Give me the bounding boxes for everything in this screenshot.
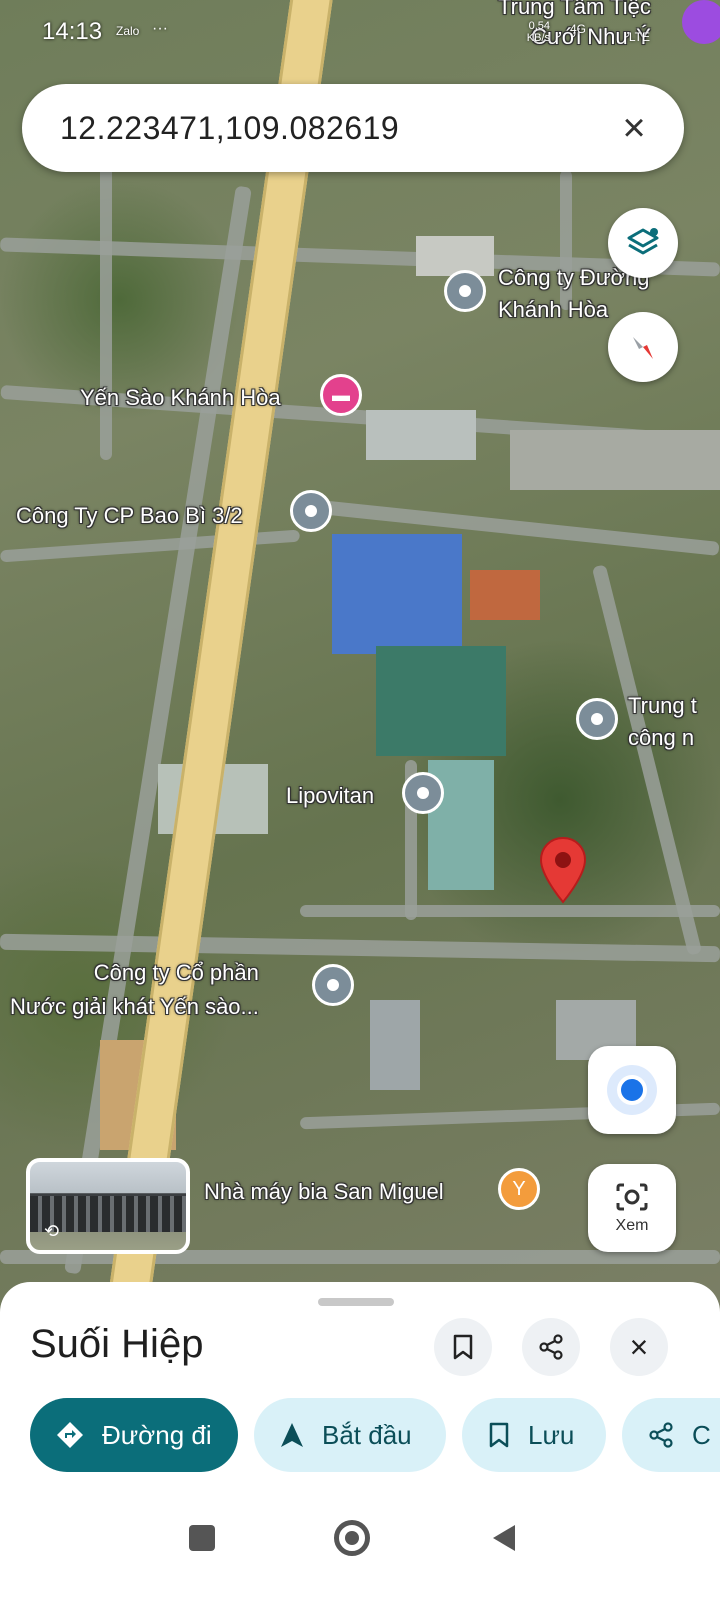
share-button[interactable]: C	[622, 1398, 720, 1472]
share-icon	[539, 1334, 563, 1360]
action-chips: Đường đi Bắt đầu Lưu C	[30, 1398, 720, 1472]
poi-pin-lipovitan[interactable]	[402, 772, 444, 814]
poi-label-yen-sao[interactable]: Yến Sào Khánh Hòa	[80, 382, 281, 414]
poi-label-san-miguel[interactable]: Nhà máy bia San Miguel	[204, 1176, 444, 1208]
back-triangle-icon	[493, 1525, 515, 1551]
my-location-icon	[617, 1075, 647, 1105]
camera-lens-icon	[616, 1183, 648, 1211]
bookmark-icon	[488, 1422, 510, 1448]
assistant-bubble-icon[interactable]	[682, 0, 720, 44]
share-label: C	[692, 1419, 711, 1450]
building	[376, 646, 506, 756]
status-time: 14:13	[42, 18, 103, 45]
square-icon	[189, 1525, 215, 1551]
hotel-icon[interactable]: ▬	[320, 374, 362, 416]
poi-label-yen-sao-nuoc[interactable]: Công ty Cổ phần Nước giải khát Yến sào..…	[10, 956, 259, 1024]
directions-icon	[56, 1421, 84, 1449]
lens-button[interactable]: Xem	[588, 1164, 676, 1252]
status-signal: 4G	[569, 22, 586, 36]
status-app-zalo: Zalo	[116, 24, 140, 38]
poi-pin-bao-bi[interactable]	[290, 490, 332, 532]
system-nav-bar	[0, 1480, 720, 1600]
building	[366, 410, 476, 460]
navigation-icon	[280, 1422, 304, 1448]
layers-icon	[627, 228, 659, 255]
poi-pin-duong-khanh-hoa[interactable]	[444, 270, 486, 312]
compass-button[interactable]	[608, 312, 678, 382]
bar-icon[interactable]: Y	[498, 1168, 540, 1210]
road	[591, 564, 703, 956]
street-view-thumbnail[interactable]: ⟲	[26, 1158, 190, 1254]
rotate-360-icon: ⟲	[44, 1221, 60, 1241]
status-net-speed: 0,54 KB/s	[526, 20, 550, 44]
road	[100, 160, 112, 460]
start-button[interactable]: Bắt đầu	[254, 1398, 446, 1472]
close-icon[interactable]: ×	[604, 98, 664, 158]
recents-button[interactable]	[172, 1508, 232, 1568]
building	[416, 236, 494, 276]
poi-pin-trung-tam[interactable]	[576, 698, 618, 740]
save-button[interactable]: Lưu	[462, 1398, 606, 1472]
lens-label: Xem	[615, 1217, 649, 1234]
home-circle-icon	[334, 1520, 370, 1556]
poi-pin-yen-sao-nuoc[interactable]	[312, 964, 354, 1006]
poi-label-bao-bi[interactable]: Công Ty CP Bao Bì 3/2	[16, 500, 243, 532]
share-icon-button[interactable]	[522, 1318, 580, 1376]
building	[510, 430, 720, 490]
compass-icon	[633, 337, 653, 359]
share-icon	[648, 1422, 674, 1448]
road	[300, 905, 720, 917]
directions-button[interactable]: Đường đi	[30, 1398, 238, 1472]
status-more-dots: ···	[152, 20, 168, 37]
directions-label: Đường đi	[102, 1419, 212, 1450]
building	[332, 534, 462, 654]
poi-label-trung-tam[interactable]: Trung t công n	[628, 690, 697, 754]
building	[470, 570, 540, 620]
my-location-button[interactable]	[588, 1046, 676, 1134]
layers-button[interactable]	[608, 208, 678, 278]
start-label: Bắt đầu	[322, 1419, 412, 1450]
status-battery: LTE	[628, 30, 650, 44]
save-icon-button[interactable]	[434, 1318, 492, 1376]
home-button[interactable]	[322, 1508, 382, 1568]
save-label: Lưu	[528, 1419, 575, 1450]
dropped-pin-icon[interactable]	[538, 836, 588, 906]
place-title: Suối Hiệp	[30, 1322, 204, 1366]
search-input[interactable]: 12.223471,109.082619	[60, 110, 604, 147]
back-button[interactable]	[474, 1508, 534, 1568]
close-icon: ×	[629, 1328, 649, 1365]
bookmark-icon	[453, 1334, 473, 1360]
drag-handle[interactable]	[318, 1298, 394, 1306]
search-bar[interactable]: 12.223471,109.082619 ×	[22, 84, 684, 172]
building	[370, 1000, 420, 1090]
close-sheet-button[interactable]: ×	[610, 1318, 668, 1376]
poi-label-lipovitan[interactable]: Lipovitan	[286, 780, 374, 812]
